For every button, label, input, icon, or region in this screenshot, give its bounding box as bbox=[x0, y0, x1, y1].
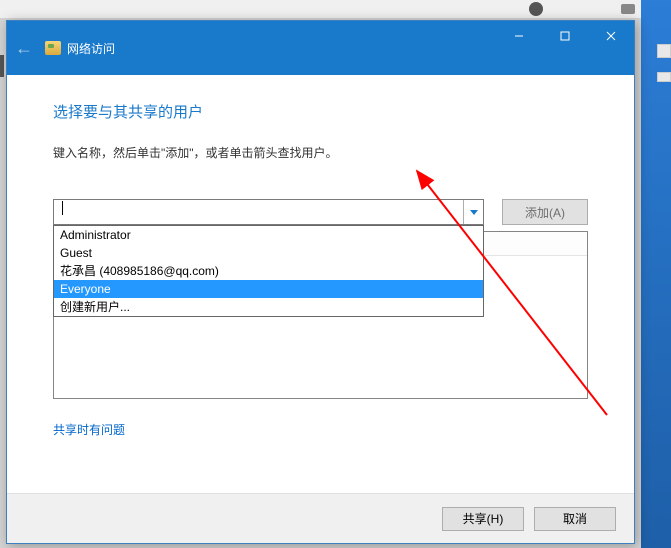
close-button[interactable] bbox=[588, 21, 634, 51]
folder-share-icon bbox=[45, 41, 61, 55]
chevron-down-icon bbox=[470, 210, 478, 215]
maximize-button[interactable] bbox=[542, 21, 588, 51]
back-arrow-icon: ← bbox=[15, 38, 33, 59]
minimize-button[interactable] bbox=[496, 21, 542, 51]
notification-icon bbox=[621, 4, 635, 14]
window-title: 网络访问 bbox=[67, 40, 115, 57]
titlebar: ← 网络访问 bbox=[7, 21, 634, 75]
maximize-icon bbox=[560, 31, 570, 41]
dropdown-item-guest[interactable]: Guest bbox=[54, 244, 483, 262]
avatar bbox=[529, 2, 543, 16]
user-input[interactable] bbox=[54, 200, 463, 224]
dropdown-item-administrator[interactable]: Administrator bbox=[54, 226, 483, 244]
help-link[interactable]: 共享时有问题 bbox=[53, 421, 125, 438]
close-icon bbox=[606, 31, 616, 41]
user-dropdown: Administrator Guest 花承昌 (408985186@qq.co… bbox=[53, 225, 484, 317]
dropdown-toggle[interactable] bbox=[463, 200, 483, 224]
page-heading: 选择要与其共享的用户 bbox=[53, 101, 588, 122]
page-subtext: 键入名称，然后单击"添加"，或者单击箭头查找用户。 bbox=[53, 144, 588, 161]
dropdown-item-everyone[interactable]: Everyone bbox=[54, 280, 483, 298]
cancel-button[interactable]: 取消 bbox=[534, 507, 616, 531]
minimize-icon bbox=[514, 31, 524, 41]
dialog-window: ← 网络访问 选择要与其共享的用户 键入名称，然后单击"添加"，或者单击箭头查找… bbox=[6, 20, 635, 544]
add-button: 添加(A) bbox=[502, 199, 588, 225]
user-combobox[interactable]: Administrator Guest 花承昌 (408985186@qq.co… bbox=[53, 199, 484, 225]
dropdown-item-user-email[interactable]: 花承昌 (408985186@qq.com) bbox=[54, 262, 483, 280]
dropdown-item-create-user[interactable]: 创建新用户... bbox=[54, 298, 483, 316]
dialog-footer: 共享(H) 取消 bbox=[7, 493, 634, 543]
share-button[interactable]: 共享(H) bbox=[442, 507, 524, 531]
